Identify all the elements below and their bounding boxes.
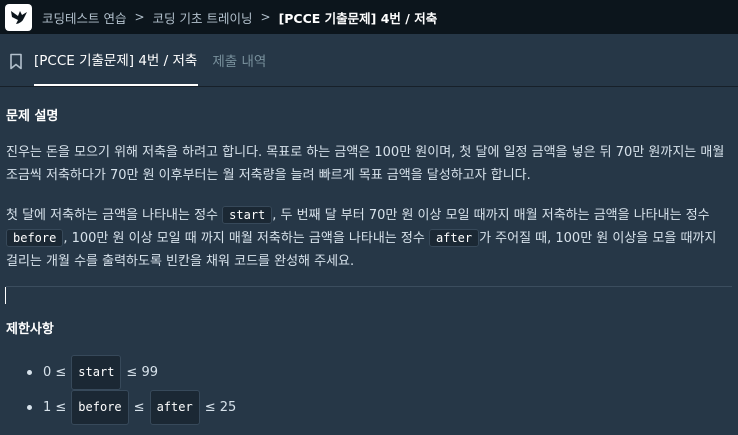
paragraph-text: 첫 달에 저축하는 금액을 나타내는 정수 bbox=[6, 208, 223, 223]
programmers-logo-icon[interactable] bbox=[5, 3, 32, 31]
tab-problem[interactable]: [PCCE 기출문제] 4번 / 저축 bbox=[34, 34, 199, 86]
list-item: 0 ≤ start ≤ 99 bbox=[6, 355, 732, 390]
breadcrumb-basic-training[interactable]: 코딩 기초 트레이닝 bbox=[153, 8, 253, 27]
constraints-list: 0 ≤ start ≤ 99 1 ≤ before ≤ after ≤ 25 bbox=[6, 355, 732, 425]
text-cursor bbox=[5, 287, 6, 304]
code-start: start bbox=[222, 206, 273, 224]
code-after: after bbox=[149, 390, 200, 425]
constraint-text: 1 ≤ bbox=[43, 400, 67, 415]
constraint-text: 0 ≤ bbox=[43, 365, 67, 380]
description-heading: 문제 설명 bbox=[6, 109, 59, 124]
code-after: after bbox=[428, 229, 480, 247]
chevron-right-icon: > bbox=[134, 10, 145, 24]
constraint-text: ≤ 25 bbox=[204, 400, 237, 415]
bird-logo-icon bbox=[10, 11, 27, 24]
bookmark-icon[interactable] bbox=[9, 53, 23, 74]
constraints-heading: 제한사항 bbox=[6, 322, 54, 337]
paragraph-text: , 두 번째 달 부터 70만 원 이상 모일 때까지 매월 저축하는 금액을 … bbox=[272, 208, 710, 223]
section-divider bbox=[6, 286, 732, 287]
problem-content: 문제 설명 진우는 돈을 모으기 위해 저축을 하려고 합니다. 목표로 하는 … bbox=[0, 105, 738, 425]
chevron-right-icon: > bbox=[260, 10, 271, 24]
code-start: start bbox=[71, 355, 122, 390]
problem-tabs: [PCCE 기출문제] 4번 / 저축 제출 내역 bbox=[0, 34, 738, 87]
code-before: before bbox=[71, 390, 129, 425]
breadcrumb: 코딩테스트 연습 > 코딩 기초 트레이닝 > [PCCE 기출문제] 4번 /… bbox=[42, 8, 437, 27]
breadcrumb-current-problem: [PCCE 기출문제] 4번 / 저축 bbox=[278, 10, 438, 26]
top-navigation-bar: 코딩테스트 연습 > 코딩 기초 트레이닝 > [PCCE 기출문제] 4번 /… bbox=[0, 0, 738, 34]
bullet-icon bbox=[27, 370, 32, 375]
description-paragraph-1: 진우는 돈을 모으기 위해 저축을 하려고 합니다. 목표로 하는 금액은 10… bbox=[6, 145, 725, 183]
breadcrumb-coding-test-practice[interactable]: 코딩테스트 연습 bbox=[42, 8, 126, 27]
bullet-icon bbox=[27, 405, 32, 410]
list-item: 1 ≤ before ≤ after ≤ 25 bbox=[6, 390, 732, 425]
paragraph-text: , 100만 원 이상 모일 때 까지 매월 저축하는 금액을 나타내는 정수 bbox=[63, 231, 429, 246]
code-before: before bbox=[6, 229, 64, 247]
description-paragraph-2: 첫 달에 저축하는 금액을 나타내는 정수 start, 두 번째 달 부터 7… bbox=[6, 204, 732, 273]
constraint-text: ≤ 99 bbox=[126, 365, 158, 380]
constraint-text: ≤ bbox=[133, 400, 145, 415]
tab-submissions[interactable]: 제출 내역 bbox=[212, 34, 266, 86]
